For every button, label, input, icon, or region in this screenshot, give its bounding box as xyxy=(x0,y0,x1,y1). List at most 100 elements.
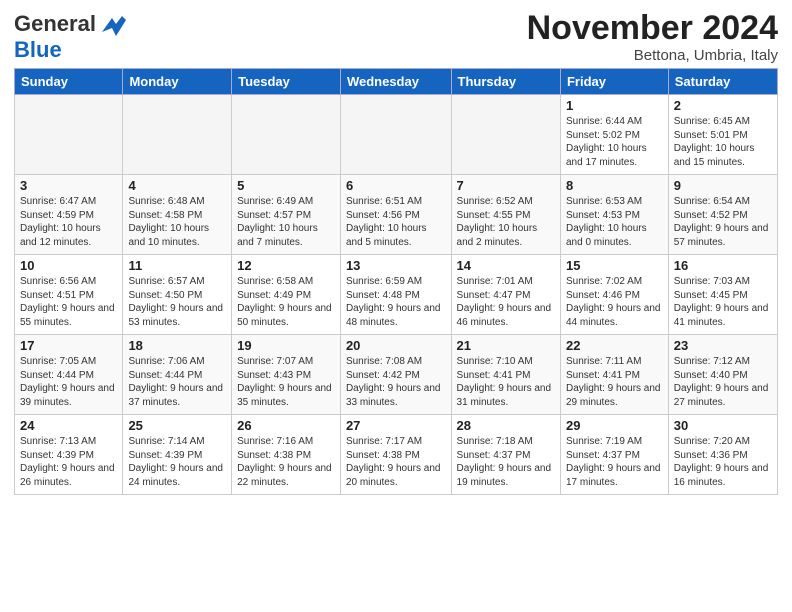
day-number: 6 xyxy=(346,178,446,193)
calendar-day-header: Monday xyxy=(123,69,232,95)
calendar-day-cell: 15 Sunrise: 7:02 AM Sunset: 4:46 PM Dayli… xyxy=(560,255,668,335)
day-number: 16 xyxy=(674,258,772,273)
day-number: 22 xyxy=(566,338,663,353)
day-number: 13 xyxy=(346,258,446,273)
day-number: 15 xyxy=(566,258,663,273)
calendar-day-cell: 8 Sunrise: 6:53 AM Sunset: 4:53 PM Daylig… xyxy=(560,175,668,255)
calendar-day-cell: 12 Sunrise: 6:58 AM Sunset: 4:49 PM Dayli… xyxy=(232,255,341,335)
day-number: 10 xyxy=(20,258,117,273)
day-number: 30 xyxy=(674,418,772,433)
calendar-day-cell: 14 Sunrise: 7:01 AM Sunset: 4:47 PM Dayli… xyxy=(451,255,560,335)
day-number: 14 xyxy=(457,258,555,273)
calendar-day-cell: 20 Sunrise: 7:08 AM Sunset: 4:42 PM Dayli… xyxy=(340,335,451,415)
calendar-day-cell: 6Sunrise: 6:51 AM Sunset: 4:56 PM Daylig… xyxy=(340,175,451,255)
calendar-day-cell: 17Sunrise: 7:05 AM Sunset: 4:44 PM Dayli… xyxy=(15,335,123,415)
day-info: Sunrise: 7:03 AM Sunset: 4:45 PM Dayligh… xyxy=(674,275,772,329)
day-info: Sunrise: 7:10 AM Sunset: 4:41 PM Dayligh… xyxy=(457,355,555,409)
calendar-day-cell: 21Sunrise: 7:10 AM Sunset: 4:41 PM Dayli… xyxy=(451,335,560,415)
calendar-day-cell: 23Sunrise: 7:12 AM Sunset: 4:40 PM Dayli… xyxy=(668,335,777,415)
day-info: Sunrise: 7:20 AM Sunset: 4:36 PM Dayligh… xyxy=(674,435,772,489)
calendar-day-cell: 1 Sunrise: 6:44 AM Sunset: 5:02 PM Daylig… xyxy=(560,95,668,175)
day-info: Sunrise: 7:13 AM Sunset: 4:39 PM Dayligh… xyxy=(20,435,117,489)
day-info: Sunrise: 7:08 AM Sunset: 4:42 PM Dayligh… xyxy=(346,355,446,409)
calendar-day-cell: 25Sunrise: 7:14 AM Sunset: 4:39 PM Dayli… xyxy=(123,415,232,495)
calendar-day-cell: 26Sunrise: 7:16 AM Sunset: 4:38 PM Dayli… xyxy=(232,415,341,495)
day-info: Sunrise: 7:14 AM Sunset: 4:39 PM Dayligh… xyxy=(128,435,226,489)
calendar-day-cell: 30 Sunrise: 7:20 AM Sunset: 4:36 PM Dayli… xyxy=(668,415,777,495)
day-number: 2 xyxy=(674,98,772,113)
location: Bettona, Umbria, Italy xyxy=(527,47,778,64)
calendar-day-cell: 22 Sunrise: 7:11 AM Sunset: 4:41 PM Dayli… xyxy=(560,335,668,415)
day-info: Sunrise: 7:01 AM Sunset: 4:47 PM Dayligh… xyxy=(457,275,555,329)
calendar-week-row: 24Sunrise: 7:13 AM Sunset: 4:39 PM Dayli… xyxy=(15,415,778,495)
day-info: Sunrise: 6:57 AM Sunset: 4:50 PM Dayligh… xyxy=(128,275,226,329)
day-info: Sunrise: 6:45 AM Sunset: 5:01 PM Dayligh… xyxy=(674,115,772,169)
calendar-week-row: 10 Sunrise: 6:56 AM Sunset: 4:51 PM Dayli… xyxy=(15,255,778,335)
calendar-day-cell: 3 Sunrise: 6:47 AM Sunset: 4:59 PM Daylig… xyxy=(15,175,123,255)
calendar-day-cell xyxy=(232,95,341,175)
calendar-day-cell: 18 Sunrise: 7:06 AM Sunset: 4:44 PM Dayli… xyxy=(123,335,232,415)
day-number: 18 xyxy=(128,338,226,353)
day-info: Sunrise: 7:02 AM Sunset: 4:46 PM Dayligh… xyxy=(566,275,663,329)
day-info: Sunrise: 7:18 AM Sunset: 4:37 PM Dayligh… xyxy=(457,435,555,489)
calendar-day-header: Thursday xyxy=(451,69,560,95)
day-info: Sunrise: 7:11 AM Sunset: 4:41 PM Dayligh… xyxy=(566,355,663,409)
day-info: Sunrise: 6:48 AM Sunset: 4:58 PM Dayligh… xyxy=(128,195,226,249)
calendar-day-header: Sunday xyxy=(15,69,123,95)
page-container: General Blue November 2024 Bettona, Umbr… xyxy=(0,0,792,501)
day-info: Sunrise: 6:49 AM Sunset: 4:57 PM Dayligh… xyxy=(237,195,335,249)
calendar-day-cell: 4Sunrise: 6:48 AM Sunset: 4:58 PM Daylig… xyxy=(123,175,232,255)
day-number: 7 xyxy=(457,178,555,193)
calendar-day-cell xyxy=(15,95,123,175)
calendar-day-cell: 29Sunrise: 7:19 AM Sunset: 4:37 PM Dayli… xyxy=(560,415,668,495)
calendar-day-header: Wednesday xyxy=(340,69,451,95)
calendar-day-header: Friday xyxy=(560,69,668,95)
day-info: Sunrise: 7:12 AM Sunset: 4:40 PM Dayligh… xyxy=(674,355,772,409)
calendar-day-cell xyxy=(123,95,232,175)
day-info: Sunrise: 7:07 AM Sunset: 4:43 PM Dayligh… xyxy=(237,355,335,409)
day-number: 9 xyxy=(674,178,772,193)
day-number: 8 xyxy=(566,178,663,193)
day-number: 3 xyxy=(20,178,117,193)
calendar-day-cell: 19Sunrise: 7:07 AM Sunset: 4:43 PM Dayli… xyxy=(232,335,341,415)
day-info: Sunrise: 7:06 AM Sunset: 4:44 PM Dayligh… xyxy=(128,355,226,409)
day-number: 17 xyxy=(20,338,117,353)
day-number: 5 xyxy=(237,178,335,193)
day-info: Sunrise: 6:47 AM Sunset: 4:59 PM Dayligh… xyxy=(20,195,117,249)
day-info: Sunrise: 6:54 AM Sunset: 4:52 PM Dayligh… xyxy=(674,195,772,249)
logo-general-text: General xyxy=(14,12,96,36)
calendar-day-cell: 2 Sunrise: 6:45 AM Sunset: 5:01 PM Daylig… xyxy=(668,95,777,175)
calendar-day-cell xyxy=(340,95,451,175)
day-number: 28 xyxy=(457,418,555,433)
calendar-day-cell xyxy=(451,95,560,175)
month-title: November 2024 xyxy=(527,10,778,47)
day-info: Sunrise: 6:56 AM Sunset: 4:51 PM Dayligh… xyxy=(20,275,117,329)
calendar-day-cell: 5 Sunrise: 6:49 AM Sunset: 4:57 PM Daylig… xyxy=(232,175,341,255)
title-block: November 2024 Bettona, Umbria, Italy xyxy=(527,10,778,64)
calendar-day-cell: 28 Sunrise: 7:18 AM Sunset: 4:37 PM Dayli… xyxy=(451,415,560,495)
header: General Blue November 2024 Bettona, Umbr… xyxy=(14,10,778,64)
day-info: Sunrise: 7:16 AM Sunset: 4:38 PM Dayligh… xyxy=(237,435,335,489)
calendar-day-cell: 7 Sunrise: 6:52 AM Sunset: 4:55 PM Daylig… xyxy=(451,175,560,255)
calendar-day-cell: 10 Sunrise: 6:56 AM Sunset: 4:51 PM Dayli… xyxy=(15,255,123,335)
calendar-day-cell: 13Sunrise: 6:59 AM Sunset: 4:48 PM Dayli… xyxy=(340,255,451,335)
day-info: Sunrise: 6:52 AM Sunset: 4:55 PM Dayligh… xyxy=(457,195,555,249)
calendar-week-row: 3 Sunrise: 6:47 AM Sunset: 4:59 PM Daylig… xyxy=(15,175,778,255)
calendar-day-cell: 9 Sunrise: 6:54 AM Sunset: 4:52 PM Daylig… xyxy=(668,175,777,255)
day-number: 12 xyxy=(237,258,335,273)
calendar-day-cell: 27 Sunrise: 7:17 AM Sunset: 4:38 PM Dayli… xyxy=(340,415,451,495)
calendar-day-cell: 11Sunrise: 6:57 AM Sunset: 4:50 PM Dayli… xyxy=(123,255,232,335)
day-number: 1 xyxy=(566,98,663,113)
day-info: Sunrise: 6:44 AM Sunset: 5:02 PM Dayligh… xyxy=(566,115,663,169)
calendar-header-row: SundayMondayTuesdayWednesdayThursdayFrid… xyxy=(15,69,778,95)
day-info: Sunrise: 7:19 AM Sunset: 4:37 PM Dayligh… xyxy=(566,435,663,489)
day-number: 20 xyxy=(346,338,446,353)
calendar-week-row: 17Sunrise: 7:05 AM Sunset: 4:44 PM Dayli… xyxy=(15,335,778,415)
day-info: Sunrise: 6:58 AM Sunset: 4:49 PM Dayligh… xyxy=(237,275,335,329)
day-info: Sunrise: 7:17 AM Sunset: 4:38 PM Dayligh… xyxy=(346,435,446,489)
calendar: SundayMondayTuesdayWednesdayThursdayFrid… xyxy=(14,68,778,495)
logo-icon xyxy=(98,10,126,38)
day-info: Sunrise: 6:53 AM Sunset: 4:53 PM Dayligh… xyxy=(566,195,663,249)
calendar-day-header: Tuesday xyxy=(232,69,341,95)
day-number: 27 xyxy=(346,418,446,433)
